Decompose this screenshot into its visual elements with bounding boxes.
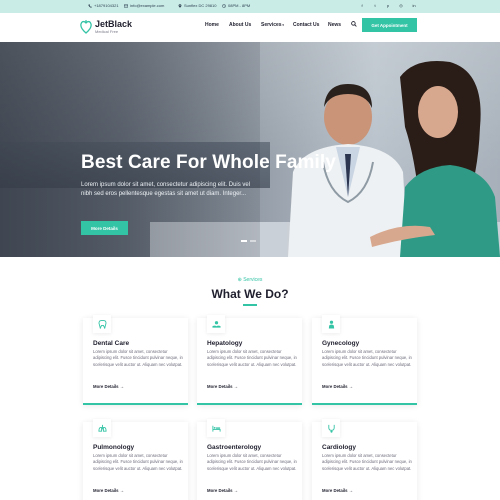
more-details-label: More Details xyxy=(322,384,348,389)
heart-logo-icon xyxy=(80,20,92,34)
arrow-right-icon: → xyxy=(347,488,354,493)
service-title: Hepatology xyxy=(207,340,243,347)
service-title: Pulmonology xyxy=(93,444,135,451)
service-title: Gastroenterology xyxy=(207,444,262,451)
nav-contact-us[interactable]: Contact Us xyxy=(293,22,319,28)
tooth-icon xyxy=(93,315,111,333)
hours-text: 08PM - 8PM xyxy=(228,3,251,8)
title-underline xyxy=(243,304,257,306)
facebook-icon[interactable]: f xyxy=(359,3,365,8)
more-details-link[interactable]: More Details → xyxy=(207,384,238,389)
chevron-down-icon: ▾ xyxy=(281,23,284,27)
service-description: Lorem ipsum dolor sit amet, consectetur … xyxy=(93,349,183,367)
stethoscope-icon xyxy=(322,419,340,437)
arrow-right-icon: → xyxy=(118,488,125,493)
patient-image xyxy=(370,61,500,257)
services-eyebrow-label: Services xyxy=(243,277,263,283)
hero-title: Best Care For Whole Family xyxy=(81,152,336,173)
more-details-link[interactable]: More Details → xyxy=(322,384,353,389)
service-description: Lorem ipsum dolor sit amet, consectetur … xyxy=(322,453,412,471)
service-description: Lorem ipsum dolor sit amet, consectetur … xyxy=(93,453,183,471)
get-appointment-button[interactable]: Get Appointment xyxy=(362,18,417,32)
services-title: What We Do? xyxy=(211,287,289,301)
linkedin-icon[interactable]: in xyxy=(411,3,417,8)
phone-number[interactable]: +1879104321 xyxy=(94,3,119,8)
more-details-label: More Details xyxy=(322,488,348,493)
phone-icon xyxy=(88,3,92,8)
hero-description: Lorem ipsum dolor sit amet, consectetur … xyxy=(81,182,251,197)
hero-more-details-button[interactable]: More Details xyxy=(81,221,128,235)
address-info: Sunflex DC 29810 xyxy=(178,3,216,8)
instagram-icon[interactable]: ◎ xyxy=(398,3,404,8)
arrow-right-icon: → xyxy=(232,384,239,389)
nav-services[interactable]: Services ▾ xyxy=(261,22,284,28)
brand-logo[interactable]: JetBlack Medical Free xyxy=(80,19,132,35)
service-title: Cardiology xyxy=(322,444,356,451)
more-details-link[interactable]: More Details → xyxy=(93,384,124,389)
social-links: f t p ◎ in xyxy=(359,3,417,8)
nav-news[interactable]: News xyxy=(328,22,341,28)
service-card-pulmonology[interactable]: Pulmonology Lorem ipsum dolor sit amet, … xyxy=(83,419,188,500)
pinterest-icon[interactable]: p xyxy=(385,3,391,8)
email-address[interactable]: info@example.com xyxy=(130,3,164,8)
person-icon xyxy=(322,315,340,333)
top-bar: +1879104321 info@example.com Sunflex DC … xyxy=(0,0,500,13)
more-details-link[interactable]: More Details → xyxy=(93,488,124,493)
twitter-icon[interactable]: t xyxy=(372,3,378,8)
more-details-label: More Details xyxy=(93,488,119,493)
service-title: Dental Care xyxy=(93,340,130,347)
more-details-label: More Details xyxy=(207,488,233,493)
service-card-gynecology[interactable]: Gynecology Lorem ipsum dolor sit amet, c… xyxy=(312,315,417,405)
more-details-label: More Details xyxy=(93,384,119,389)
services-eyebrow: ⊕ Services xyxy=(0,277,500,283)
phone-info: +1879104321 xyxy=(88,3,119,8)
site-header: JetBlack Medical Free Home About Us Serv… xyxy=(0,13,500,42)
email-info: info@example.com xyxy=(124,3,164,8)
service-description: Lorem ipsum dolor sit amet, consectetur … xyxy=(207,453,297,471)
nav-services-label: Services xyxy=(261,22,282,28)
lungs-icon xyxy=(93,419,111,437)
service-description: Lorem ipsum dolor sit amet, consectetur … xyxy=(322,349,412,367)
mail-icon xyxy=(124,4,128,7)
search-icon[interactable] xyxy=(351,21,357,27)
arrow-right-icon: → xyxy=(118,384,125,389)
address-text: Sunflex DC 29810 xyxy=(184,3,217,8)
nav-about-us[interactable]: About Us xyxy=(229,22,251,28)
service-card-dental-care[interactable]: Dental Care Lorem ipsum dolor sit amet, … xyxy=(83,315,188,405)
more-details-label: More Details xyxy=(207,384,233,389)
nav-home[interactable]: Home xyxy=(205,22,219,28)
carousel-dots xyxy=(241,240,256,242)
more-details-link[interactable]: More Details → xyxy=(322,488,353,493)
location-pin-icon xyxy=(178,3,182,8)
service-card-cardiology[interactable]: Cardiology Lorem ipsum dolor sit amet, c… xyxy=(312,419,417,500)
carousel-dot-1[interactable] xyxy=(241,240,247,242)
arrow-right-icon: → xyxy=(232,488,239,493)
brand-name: JetBlack xyxy=(95,19,133,29)
hero-banner: Best Care For Whole Family Lorem ipsum d… xyxy=(0,42,500,257)
hero-overlay xyxy=(0,42,260,257)
arrow-right-icon: → xyxy=(347,384,354,389)
carousel-dot-2[interactable] xyxy=(250,240,256,242)
hand-care-icon xyxy=(207,315,225,333)
service-description: Lorem ipsum dolor sit amet, consectetur … xyxy=(207,349,297,367)
service-card-gastroenterology[interactable]: Gastroenterology Lorem ipsum dolor sit a… xyxy=(197,419,302,500)
service-title: Gynecology xyxy=(322,340,360,347)
brand-tagline: Medical Free xyxy=(95,29,119,34)
more-details-link[interactable]: More Details → xyxy=(207,488,238,493)
bed-icon xyxy=(207,419,225,437)
service-card-hepatology[interactable]: Hepatology Lorem ipsum dolor sit amet, c… xyxy=(197,315,302,405)
hours-info: 08PM - 8PM xyxy=(222,3,250,8)
clock-icon xyxy=(222,3,226,8)
